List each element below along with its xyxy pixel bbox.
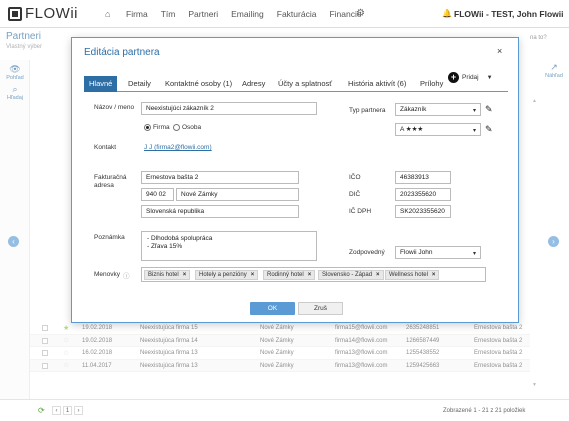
tab-detaily[interactable]: Detaily xyxy=(123,76,156,92)
tag-chip: Rodinný hotel × xyxy=(263,270,316,280)
pager-prev[interactable]: ‹ xyxy=(52,406,61,415)
tab-adresy[interactable]: Adresy xyxy=(237,76,270,92)
bell-icon[interactable]: 🔔 xyxy=(442,9,452,18)
tags-input[interactable]: Biznis hotel × Hotely a penzióny × Rodinný… xyxy=(141,267,486,282)
pencil-icon[interactable]: ✎ xyxy=(485,124,493,135)
chevron-down-icon: ▾ xyxy=(472,108,476,114)
type-select[interactable]: Zákazník ▾ xyxy=(395,103,481,116)
top-navigation: FLOWii ⌂ Firma Tím Partneri Emailing Fak… xyxy=(0,0,569,28)
radio-firma-label: Firma xyxy=(153,124,170,131)
remove-tag-icon[interactable]: × xyxy=(251,272,255,278)
icdph-field[interactable]: SK2023355620 xyxy=(395,205,451,218)
cancel-button[interactable]: Zruš xyxy=(298,302,343,315)
remove-tag-icon[interactable]: × xyxy=(432,272,436,278)
ico-field[interactable]: 46383913 xyxy=(395,171,451,184)
dialog-tabs: Hlavné Detaily Kontaktné osoby (1) Adres… xyxy=(84,76,508,92)
help-icon[interactable]: ⓘ xyxy=(123,270,130,280)
tag-label: Wellness hotel xyxy=(389,272,428,278)
nav-item-partneri[interactable]: Partneri xyxy=(188,9,218,19)
street-field[interactable]: Ernestova bašta 2 xyxy=(141,171,299,184)
dialog-title: Editácia partnera xyxy=(84,47,160,58)
name-field[interactable]: Neexistujúci zákazník 2 xyxy=(141,102,317,115)
radio-osoba[interactable]: Osoba xyxy=(173,124,201,131)
item-count: Zobrazené 1 - 21 z 21 položiek xyxy=(443,408,526,414)
note-line: - Zľava 15% xyxy=(147,243,183,250)
tag-label: Biznis hotel xyxy=(148,272,179,278)
tags-label: Menovky xyxy=(94,271,121,278)
type-value: Zákazník xyxy=(400,106,427,113)
rating-select[interactable]: A ★★★ ▾ xyxy=(395,123,481,136)
dic-label: DIČ xyxy=(349,191,361,198)
address-label-2: adresa xyxy=(94,182,114,189)
address-label: Fakturačná xyxy=(94,174,127,181)
type-label: Typ partnera xyxy=(349,107,386,114)
main-menu: Firma Tím Partneri Emailing Fakturácia F… xyxy=(126,9,362,19)
plus-icon: + xyxy=(448,72,459,83)
pencil-icon[interactable]: ✎ xyxy=(485,104,493,115)
tab-prilohy[interactable]: Prílohy xyxy=(415,76,448,92)
tag-label: Hotely a penzióny xyxy=(199,272,247,278)
chevron-down-icon: ▾ xyxy=(472,128,476,134)
note-textarea[interactable]: - Dlhodobá spolupráca - Zľava 15% xyxy=(141,231,317,261)
note-label: Poznámka xyxy=(94,234,125,241)
user-menu[interactable]: FLOWii - TEST, John Flowii xyxy=(454,9,563,19)
contact-link[interactable]: J J (firma2@flowii.com) xyxy=(144,144,212,151)
city-field[interactable]: Nové Zámky xyxy=(176,188,299,201)
radio-firma[interactable]: Firma xyxy=(144,124,170,131)
close-icon[interactable]: × xyxy=(497,46,502,56)
tag-chip: Wellness hotel × xyxy=(385,270,440,280)
nav-item-firma[interactable]: Firma xyxy=(126,9,148,19)
pager-page[interactable]: 1 xyxy=(63,406,72,415)
nav-item-fakturacia[interactable]: Fakturácia xyxy=(277,9,317,19)
tag-chip: Biznis hotel × xyxy=(144,270,191,280)
tag-chip: Slovensko - Západ × xyxy=(318,270,384,280)
edit-partner-dialog: Editácia partnera × Hlavné Detaily Konta… xyxy=(71,37,519,323)
home-icon[interactable]: ⌂ xyxy=(105,9,110,19)
tab-historia-aktivit[interactable]: História aktivít (6) xyxy=(343,76,411,92)
zip-field[interactable]: 940 02 xyxy=(141,188,174,201)
ico-label: IČO xyxy=(349,174,361,181)
remove-tag-icon[interactable]: × xyxy=(183,272,187,278)
brand-name: FLOWii xyxy=(25,5,78,22)
owner-select[interactable]: Flowii John ▾ xyxy=(395,246,481,259)
owner-label: Zodpovedný xyxy=(349,249,385,256)
dic-field[interactable]: 2023355620 xyxy=(395,188,451,201)
chevron-down-icon[interactable]: ▼ xyxy=(487,75,493,81)
pagination: ‹ 1 › xyxy=(52,406,83,415)
nav-item-emailing[interactable]: Emailing xyxy=(231,9,264,19)
note-line: - Dlhodobá spolupráca xyxy=(147,235,213,242)
tag-label: Rodinný hotel xyxy=(267,272,304,278)
flowii-logo-icon xyxy=(8,6,22,21)
remove-tag-icon[interactable]: × xyxy=(376,272,380,278)
tab-ucty-splatnost[interactable]: Účty a splatnosť xyxy=(273,76,337,92)
refresh-icon[interactable]: ⟳ xyxy=(38,406,45,415)
add-button[interactable]: + Pridaj ▼ xyxy=(448,72,493,83)
radio-dot-selected xyxy=(144,124,151,131)
tab-hlavne[interactable]: Hlavné xyxy=(84,76,118,92)
gear-icon[interactable]: ⚙ xyxy=(356,8,365,19)
remove-tag-icon[interactable]: × xyxy=(308,272,312,278)
add-label: Pridaj xyxy=(462,74,479,81)
tab-kontaktne-osoby[interactable]: Kontaktné osoby (1) xyxy=(160,76,237,92)
tag-label: Slovensko - Západ xyxy=(322,272,373,278)
country-field[interactable]: Slovenská republika xyxy=(141,205,299,218)
brand-logo[interactable]: FLOWii xyxy=(8,5,78,22)
radio-dot xyxy=(173,124,180,131)
ok-button[interactable]: OK xyxy=(250,302,295,315)
tag-chip: Hotely a penzióny × xyxy=(195,270,259,280)
icdph-label: IČ DPH xyxy=(349,208,372,215)
rating-value: A ★★★ xyxy=(400,126,424,133)
chevron-down-icon: ▾ xyxy=(472,251,476,257)
radio-osoba-label: Osoba xyxy=(182,124,202,131)
name-label: Názov / meno xyxy=(94,104,135,111)
owner-value: Flowii John xyxy=(400,249,433,256)
table-footer: ⟳ ‹ 1 › Zobrazené 1 - 21 z 21 položiek xyxy=(0,399,569,421)
contact-label: Kontakt xyxy=(94,144,117,151)
pager-next[interactable]: › xyxy=(74,406,83,415)
nav-item-tim[interactable]: Tím xyxy=(161,9,176,19)
